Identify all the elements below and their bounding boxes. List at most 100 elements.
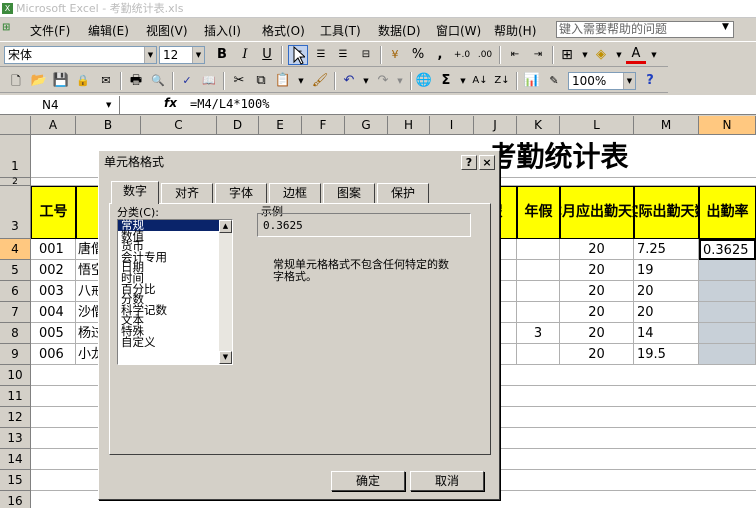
ok-button[interactable]: 确定 [331, 471, 405, 491]
header-cell-expected[interactable]: 本月应出勤天数 [560, 186, 634, 239]
help-icon[interactable]: ? [640, 71, 660, 91]
chevron-down-icon[interactable]: ▼ [291, 71, 311, 91]
cell-id[interactable]: 001 [31, 239, 76, 260]
chevron-down-icon[interactable]: ▼ [390, 71, 410, 91]
help-search-input[interactable]: 键入需要帮助的问题 [556, 21, 734, 38]
indent-icon[interactable]: ⇥ [528, 45, 548, 65]
function-icon[interactable]: fx [164, 96, 177, 110]
cell-id[interactable]: 006 [31, 344, 76, 365]
category-list[interactable]: 常规 数值 货币 会计专用 日期 时间 百分比 分数 科学记数 文本 特殊 自定… [117, 219, 233, 365]
column-header[interactable]: H [388, 116, 430, 135]
cell-rate[interactable] [699, 260, 756, 281]
menu-help[interactable]: 帮助(H) [494, 22, 536, 39]
cell-annual[interactable]: 3 [517, 323, 560, 344]
row-header[interactable]: 10 [0, 365, 31, 386]
tab-font[interactable]: 字体 [215, 183, 267, 203]
category-scrollbar[interactable]: ▲ ▼ [219, 220, 232, 364]
column-header[interactable]: K [517, 116, 560, 135]
cell-actual[interactable]: 20 [634, 281, 699, 302]
formula-content[interactable]: =M4/L4*100% [190, 97, 269, 111]
increase-decimal-icon[interactable]: +.0 [452, 45, 472, 65]
menu-view[interactable]: 视图(V) [146, 22, 188, 39]
column-header[interactable]: J [474, 116, 517, 135]
cell-actual[interactable]: 14 [634, 323, 699, 344]
column-header[interactable]: G [345, 116, 388, 135]
help-button[interactable]: ? [461, 155, 477, 170]
row-header[interactable]: 12 [0, 407, 31, 428]
align-right-icon[interactable]: ☰ [333, 45, 353, 65]
cell-id[interactable]: 004 [31, 302, 76, 323]
print-preview-icon[interactable]: 🔍 [148, 71, 168, 91]
outdent-icon[interactable]: ⇤ [505, 45, 525, 65]
cell-id[interactable]: 005 [31, 323, 76, 344]
menu-format[interactable]: 格式(O) [262, 22, 305, 39]
comma-button[interactable]: , [430, 45, 450, 65]
row-header[interactable]: 3 [0, 186, 31, 239]
chart-wizard-icon[interactable]: 📊 [522, 71, 542, 91]
scroll-down-icon[interactable]: ▼ [219, 351, 232, 364]
menu-insert[interactable]: 插入(I) [204, 22, 241, 39]
zoom-select[interactable]: 100% ▼ [568, 72, 636, 90]
menu-data[interactable]: 数据(D) [378, 22, 421, 39]
tab-patterns[interactable]: 图案 [323, 183, 375, 203]
row-header[interactable]: 16 [0, 491, 31, 508]
cell-expected[interactable]: 20 [560, 281, 634, 302]
column-header[interactable]: E [259, 116, 302, 135]
header-cell-annual[interactable]: 年假 [517, 186, 560, 239]
cancel-button[interactable]: 取消 [410, 471, 484, 491]
column-header[interactable]: L [560, 116, 634, 135]
menu-file[interactable]: 文件(F) [30, 22, 70, 39]
chevron-down-icon[interactable]: ▼ [144, 47, 156, 63]
spelling-icon[interactable]: ✓ [177, 71, 197, 91]
row-header[interactable]: 9 [0, 344, 31, 365]
sort-descending-icon[interactable]: Z↓ [492, 71, 512, 91]
cell-actual[interactable]: 7.25 [634, 239, 699, 260]
cell-annual[interactable] [517, 281, 560, 302]
font-size-select[interactable]: 12 ▼ [159, 46, 205, 64]
paste-icon[interactable]: 📋 [273, 71, 293, 91]
name-box[interactable]: N4 [0, 96, 120, 114]
cell-annual[interactable] [517, 302, 560, 323]
cell-rate[interactable] [699, 323, 756, 344]
header-cell-rate[interactable]: 出勤率 [699, 186, 756, 239]
tab-border[interactable]: 边框 [269, 183, 321, 203]
chevron-down-icon[interactable]: ▼ [106, 101, 111, 109]
list-item[interactable]: 自定义 [118, 336, 232, 348]
tab-alignment[interactable]: 对齐 [161, 183, 213, 203]
research-icon[interactable]: 📖 [199, 71, 219, 91]
chevron-down-icon[interactable]: ▼ [623, 73, 635, 89]
column-header[interactable]: C [141, 116, 217, 135]
row-header[interactable]: 11 [0, 386, 31, 407]
cell-annual[interactable] [517, 344, 560, 365]
underline-button[interactable]: U [257, 45, 277, 65]
column-header[interactable]: B [76, 116, 141, 135]
doc-icon[interactable]: ⊞ [2, 22, 10, 33]
column-header[interactable]: D [217, 116, 259, 135]
row-header-active[interactable]: 4 [0, 239, 31, 260]
save-icon[interactable]: 💾 [51, 71, 71, 91]
cut-icon[interactable]: ✂ [229, 71, 249, 91]
row-header[interactable]: 15 [0, 470, 31, 491]
tab-number[interactable]: 数字 [111, 181, 159, 204]
fill-color-icon[interactable]: ◈ [591, 45, 611, 65]
column-header[interactable]: M [634, 116, 699, 135]
new-icon[interactable]: 🗋 [6, 71, 26, 91]
cell-rate[interactable] [699, 344, 756, 365]
row-header[interactable]: 1 [0, 135, 31, 178]
cell-actual[interactable]: 19.5 [634, 344, 699, 365]
header-cell-actual[interactable]: 实际出勤天数 [634, 186, 699, 239]
merge-center-icon[interactable]: ⊟ [356, 45, 376, 65]
format-painter-icon[interactable]: 🖌 [310, 71, 330, 91]
hyperlink-icon[interactable]: 🌐 [414, 71, 434, 91]
row-header[interactable]: 6 [0, 281, 31, 302]
cell-rate[interactable] [699, 302, 756, 323]
row-header[interactable]: 13 [0, 428, 31, 449]
row-header[interactable]: 8 [0, 323, 31, 344]
dialog-title-bar[interactable]: 单元格格式 ? × [101, 153, 497, 171]
menu-edit[interactable]: 编辑(E) [88, 22, 129, 39]
cell-annual[interactable] [517, 239, 560, 260]
print-icon[interactable]: 🖶 [126, 71, 146, 91]
font-color-icon[interactable]: A [626, 45, 646, 64]
cell-annual[interactable] [517, 260, 560, 281]
select-all-corner[interactable] [0, 116, 31, 135]
